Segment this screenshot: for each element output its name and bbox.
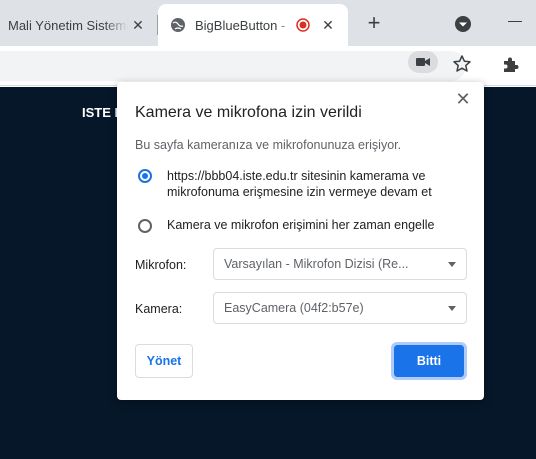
camera-in-use-button[interactable] [408,51,438,73]
camera-selected-value: EasyCamera (04f2:b57e) [224,301,364,315]
globe-icon [171,18,185,32]
puzzle-extension-icon[interactable] [500,55,520,75]
block-radio[interactable] [138,219,152,233]
done-button[interactable]: Bitti [391,342,467,380]
popup-description: Bu sayfa kameranıza ve mikrofonunuza eri… [135,138,402,152]
camera-label: Kamera: [135,302,183,316]
new-tab-button[interactable]: + [362,12,386,36]
block-option-label[interactable]: Kamera ve mikrofon erişimini her zaman e… [167,217,434,233]
address-bar[interactable] [0,51,466,81]
chevron-down-icon [448,306,456,311]
popup-title: Kamera ve mikrofona izin verildi [135,104,362,121]
tab-mali-yonetim[interactable]: Mali Yönetim Sistemi ✕ [0,4,158,46]
microphone-select[interactable]: Varsayılan - Mikrofon Dizisi (Re... [213,248,467,280]
microphone-label: Mikrofon: [135,258,187,272]
tab-title: BigBlueButton - [195,17,286,33]
tab-close-icon[interactable]: ✕ [128,15,148,35]
tab-strip: Mali Yönetim Sistemi ✕ BigBlueButton - ✕… [0,0,536,46]
recording-indicator-icon [296,18,310,32]
tab-search-icon[interactable] [452,13,474,35]
tab-title: Mali Yönetim Sistemi [8,17,128,33]
microphone-selected-value: Varsayılan - Mikrofon Dizisi (Re... [224,257,409,271]
browser-toolbar [0,46,536,86]
manage-button[interactable]: Yönet [135,344,193,378]
chevron-down-icon [448,262,456,267]
close-icon[interactable]: ✕ [455,90,471,108]
tab-close-icon[interactable]: ✕ [318,15,338,35]
allow-radio[interactable] [138,169,152,183]
camera-select[interactable]: EasyCamera (04f2:b57e) [213,292,467,324]
allow-option-label[interactable]: https://bbb04.iste.edu.tr sitesinin kame… [167,168,477,200]
camera-icon [416,58,430,66]
permission-popup: ✕ Kamera ve mikrofona izin verildi Bu sa… [117,82,484,400]
star-icon[interactable] [452,54,472,74]
minimize-window-button[interactable] [508,21,522,22]
tab-bigbluebutton[interactable]: BigBlueButton - ✕ [158,4,348,46]
